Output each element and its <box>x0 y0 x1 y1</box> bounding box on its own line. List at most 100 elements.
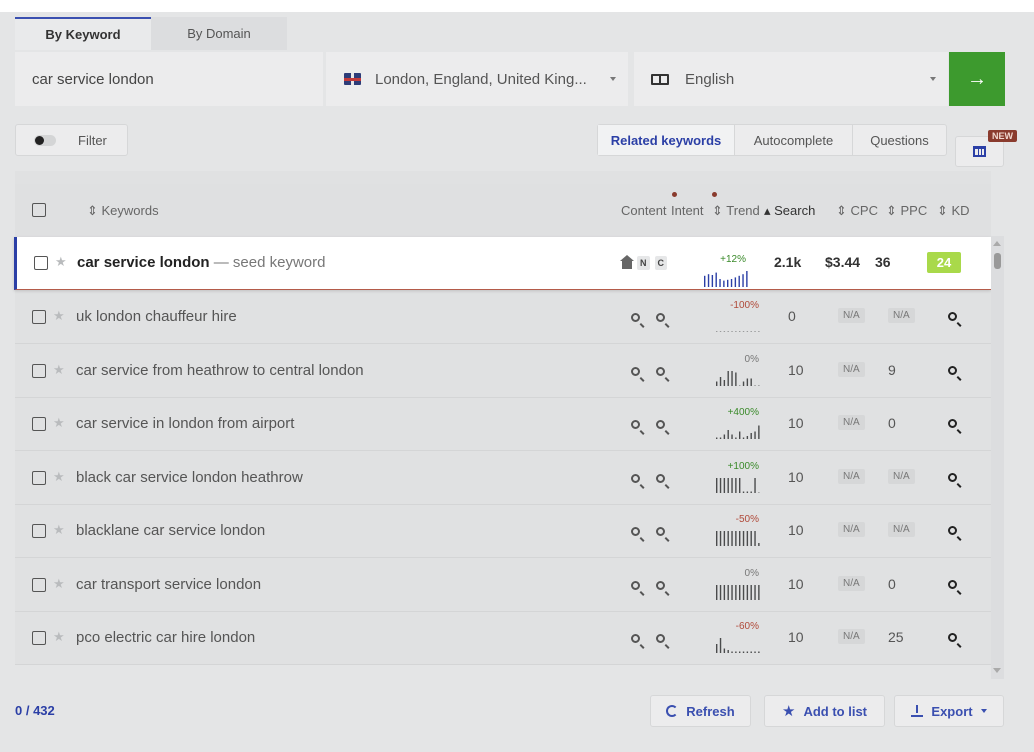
tab-by-domain[interactable]: By Domain <box>151 17 287 50</box>
star-icon[interactable]: ★ <box>53 362 65 378</box>
keyword-text[interactable]: car service from heathrow to central lon… <box>76 362 364 379</box>
scroll-thumb[interactable] <box>994 253 1001 269</box>
trend-bar <box>730 279 733 287</box>
add-to-list-button[interactable]: ★ Add to list <box>764 695 885 727</box>
table-row[interactable]: ★ car service from heathrow to central lo… <box>15 344 991 398</box>
keyword-input[interactable]: car service london <box>15 52 323 106</box>
tab-questions[interactable]: Questions <box>853 125 946 155</box>
intent-search-icon[interactable] <box>656 470 665 486</box>
column-cpc[interactable]: ⇕ CPC <box>836 203 878 219</box>
trend-bar <box>746 378 749 386</box>
star-icon[interactable]: ★ <box>53 415 65 431</box>
kd-search-icon[interactable] <box>948 308 957 324</box>
filter-toggle[interactable]: Filter <box>15 124 128 156</box>
scroll-down-icon[interactable] <box>993 668 1001 673</box>
keyword-text[interactable]: car transport service london <box>76 576 261 593</box>
intent-search-icon[interactable] <box>656 309 665 325</box>
keyword-text[interactable]: uk london chauffeur hire <box>76 308 237 325</box>
trend-bar <box>723 280 725 287</box>
column-ppc[interactable]: ⇕ PPC <box>886 203 927 219</box>
column-keywords-label: Keywords <box>101 203 159 218</box>
trend-bar <box>716 477 718 493</box>
kd-search-icon[interactable] <box>948 576 957 592</box>
star-icon[interactable]: ★ <box>53 629 65 645</box>
kd-search-icon[interactable] <box>948 469 957 485</box>
table-row[interactable]: ★ car transport service london 0% 10 N/A 0 <box>15 558 991 612</box>
star-icon[interactable]: ★ <box>53 308 65 324</box>
kd-search-icon[interactable] <box>948 415 957 431</box>
table-row[interactable]: ★ black car service london heathrow +100% 1… <box>15 451 991 505</box>
intent-search-icon[interactable] <box>656 523 665 539</box>
language-select[interactable]: English <box>634 52 948 106</box>
intent-search-icon[interactable] <box>656 577 665 593</box>
table-row[interactable]: ★ pco electric car hire london -60% 10 N/A 25 <box>15 612 991 665</box>
content-search-icon[interactable] <box>631 523 640 539</box>
select-all-checkbox[interactable] <box>32 203 46 217</box>
table-row[interactable]: ★ car service in london from airport +400%… <box>15 398 991 451</box>
table-row[interactable]: ★ blacklane car service london -50% 10 N/A N/… <box>15 505 991 558</box>
trend-bar <box>746 531 749 546</box>
column-kd[interactable]: ⇕ KD <box>937 203 970 219</box>
cpc-value: N/A <box>838 361 865 377</box>
scroll-up-icon[interactable] <box>993 241 1001 246</box>
trend-bar <box>723 531 726 546</box>
row-checkbox[interactable] <box>32 524 46 538</box>
keyword-text[interactable]: car service in london from airport <box>76 415 294 432</box>
content-search-icon[interactable] <box>631 416 640 432</box>
column-trend[interactable]: ⇕ Trend <box>712 203 760 219</box>
new-badge: NEW <box>988 130 1017 142</box>
content-search-icon[interactable] <box>631 577 640 593</box>
trend-bar <box>735 651 737 653</box>
seed-keyword-row[interactable]: ★ car service london — seed keyword N C … <box>14 237 991 290</box>
trend-bar <box>727 531 729 546</box>
seed-keyword[interactable]: car service london — seed keyword <box>77 254 325 271</box>
content-search-icon[interactable] <box>631 363 640 379</box>
intent-search-icon[interactable] <box>656 416 665 432</box>
content-search-icon[interactable] <box>631 470 640 486</box>
mode-tabs: By Keyword By Domain <box>15 17 287 50</box>
keyword-text[interactable]: blacklane car service london <box>76 522 265 539</box>
trend-bar <box>723 434 726 439</box>
intent-badge-n: N <box>637 256 650 270</box>
content-search-icon[interactable] <box>631 309 640 325</box>
row-checkbox[interactable] <box>32 363 46 378</box>
kd-search-icon[interactable] <box>948 522 957 538</box>
column-search[interactable]: ▴ Search <box>764 203 815 219</box>
chevron-down-icon <box>980 709 987 713</box>
export-button[interactable]: Export <box>894 695 1004 727</box>
row-checkbox[interactable] <box>32 577 46 592</box>
star-icon[interactable]: ★ <box>53 469 65 485</box>
column-ppc-label: PPC <box>900 203 928 218</box>
star-icon[interactable]: ★ <box>55 254 67 270</box>
keyword-source-tabs: Related keywords Autocomplete Questions <box>597 124 947 156</box>
star-icon[interactable]: ★ <box>53 576 65 592</box>
table-scrollbar[interactable] <box>991 236 1004 679</box>
intent-search-icon[interactable] <box>656 363 665 379</box>
column-intent[interactable]: Intent <box>671 203 704 218</box>
toggle-switch[interactable] <box>34 134 56 146</box>
kd-search-icon[interactable] <box>948 362 957 378</box>
refresh-button[interactable]: Refresh <box>650 695 751 727</box>
row-checkbox[interactable] <box>32 470 46 485</box>
intent-search-icon[interactable] <box>656 630 665 646</box>
tab-by-keyword[interactable]: By Keyword <box>15 17 151 50</box>
star-icon[interactable]: ★ <box>53 522 65 538</box>
trend-bar <box>750 331 752 332</box>
row-checkbox[interactable] <box>34 256 48 270</box>
tab-related-keywords[interactable]: Related keywords <box>598 125 735 155</box>
column-keywords[interactable]: ⇕ Keywords <box>87 203 159 219</box>
table-row[interactable]: ★ uk london chauffeur hire -100% 0 N/A N/A <box>15 291 991 344</box>
location-select[interactable]: London, England, United King... <box>326 52 628 106</box>
kd-search-icon[interactable] <box>948 629 957 645</box>
content-search-icon[interactable] <box>631 630 640 646</box>
keyword-text[interactable]: pco electric car hire london <box>76 629 255 646</box>
trend-bar <box>727 370 729 386</box>
row-checkbox[interactable] <box>32 310 46 324</box>
keyword-text[interactable]: black car service london heathrow <box>76 469 303 486</box>
column-content[interactable]: Content <box>621 203 667 218</box>
search-submit-button[interactable]: → <box>949 52 1005 106</box>
row-checkbox[interactable] <box>32 417 46 431</box>
trend-bar <box>719 477 722 493</box>
row-checkbox[interactable] <box>32 631 46 645</box>
tab-autocomplete[interactable]: Autocomplete <box>735 125 853 155</box>
